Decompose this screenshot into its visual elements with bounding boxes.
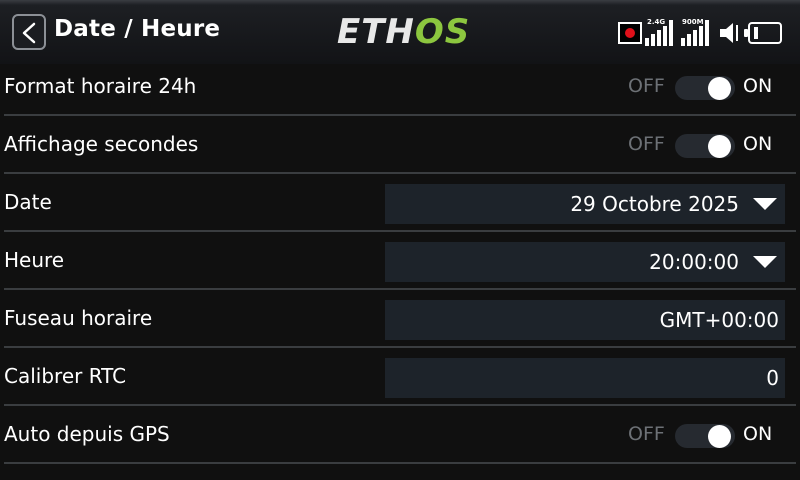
row-label: Auto depuis GPS [4,422,170,446]
signal-2g4-icon: 2.4G [645,18,677,46]
toggle-24h[interactable]: OFF ON [628,72,784,102]
chevron-left-icon [22,22,36,44]
toggle-off-label: OFF [628,423,665,445]
row-label: Calibrer RTC [4,364,127,388]
battery-icon [744,22,782,44]
row-timezone: Fuseau horaire GMT+00:00 [0,290,800,348]
row-label: Fuseau horaire [4,306,153,330]
top-bar: Date / Heure ETHOS 2.4G 900M [0,0,800,64]
divider [4,462,796,464]
toggle-knob [708,135,731,158]
row-show-seconds: Affichage secondes OFF ON [0,116,800,174]
toggle-off-label: OFF [628,75,665,97]
toggle-off-label: OFF [628,133,665,155]
speaker-icon [720,23,738,43]
toggle-on-label: ON [743,423,773,445]
dropdown-arrow-icon [753,256,777,268]
dropdown-arrow-icon [753,198,777,210]
time-dropdown[interactable]: 20:00:00 [385,242,785,282]
toggle-on-label: ON [743,133,773,155]
toggle-auto-gps[interactable]: OFF ON [628,420,784,450]
calibrate-rtc-field[interactable]: 0 [385,358,785,398]
row-calibrate-rtc: Calibrer RTC 0 [0,348,800,406]
ethos-logo: ETHOS [337,12,471,52]
row-label: Date [4,190,52,214]
back-button[interactable] [12,14,46,50]
record-icon [618,22,642,44]
row-label: Heure [4,248,65,272]
page-title: Date / Heure [54,16,221,42]
timezone-value: GMT+00:00 [659,308,779,332]
row-date: Date 29 Octobre 2025 [0,174,800,232]
toggle-knob [708,77,731,100]
row-label: Affichage secondes [4,132,199,156]
row-format-24h: Format horaire 24h OFF ON [0,58,800,116]
toggle-track[interactable] [675,134,735,158]
toggle-track[interactable] [675,424,735,448]
signal-900m-icon: 900M [681,18,715,46]
date-value: 29 Octobre 2025 [570,192,739,216]
timezone-field[interactable]: GMT+00:00 [385,300,785,340]
date-dropdown[interactable]: 29 Octobre 2025 [385,184,785,224]
toggle-on-label: ON [743,75,773,97]
row-auto-gps: Auto depuis GPS OFF ON [0,406,800,464]
calibrate-rtc-value: 0 [766,366,779,390]
toggle-knob [708,425,731,448]
toggle-seconds[interactable]: OFF ON [628,130,784,160]
time-value: 20:00:00 [649,250,739,274]
row-time: Heure 20:00:00 [0,232,800,290]
row-label: Format horaire 24h [4,74,197,98]
toggle-track[interactable] [675,76,735,100]
